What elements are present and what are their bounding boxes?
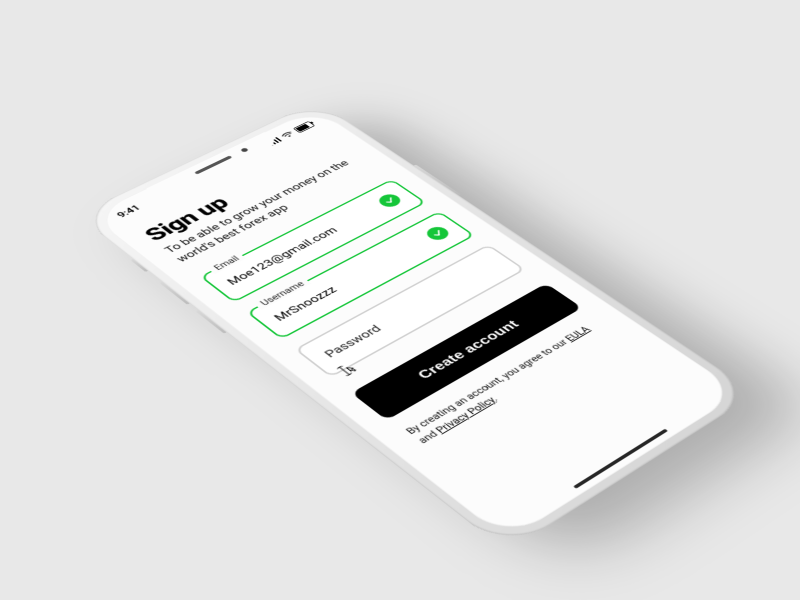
cursor-icon <box>333 361 359 378</box>
phone-mockup: 9:41 Sign up <box>76 101 756 552</box>
wifi-icon <box>280 131 296 140</box>
battery-icon <box>292 121 314 133</box>
status-time: 9:41 <box>114 203 142 219</box>
